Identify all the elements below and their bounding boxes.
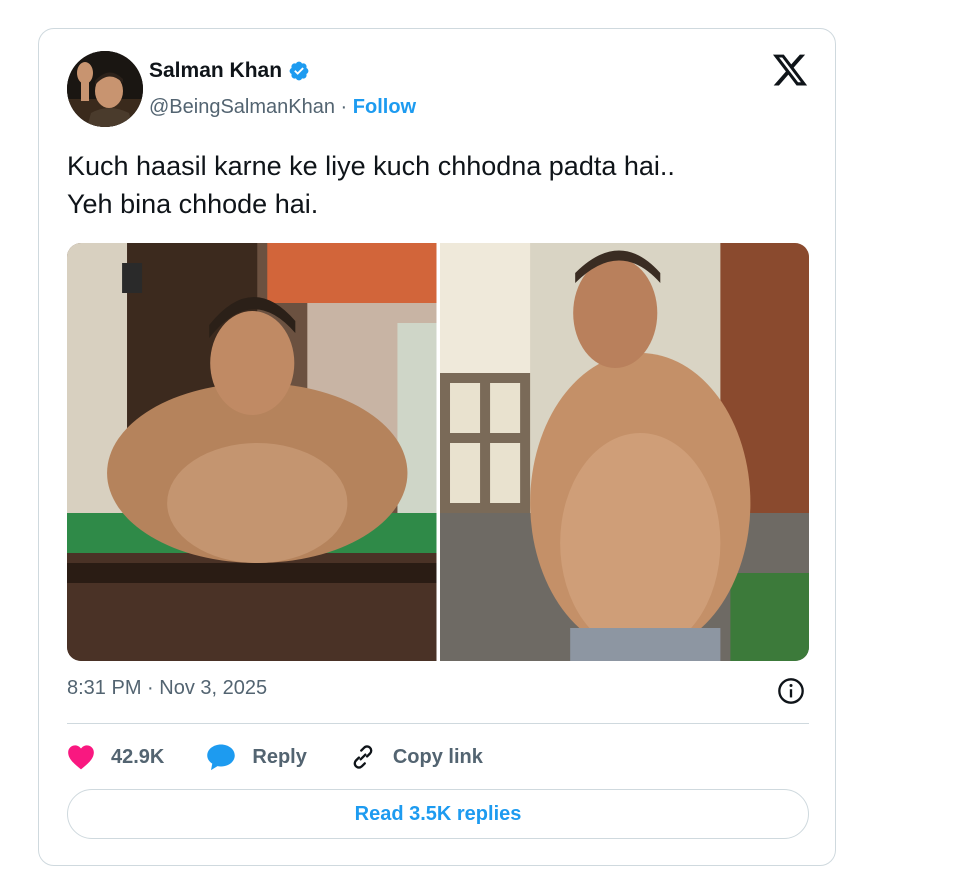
tweet-timestamp[interactable]: 8:31 PM · Nov 3, 2025 [67, 677, 267, 700]
tweet-card: Salman Khan @BeingSalmanKhan · Follow Ku… [38, 28, 836, 866]
media-photo-left[interactable] [67, 243, 437, 661]
tweet-text-line-2: Yeh bina chhode hai. [67, 189, 319, 219]
author-name[interactable]: Salman Khan [149, 59, 282, 83]
like-count: 42.9K [111, 745, 165, 768]
heart-icon [68, 745, 94, 770]
tweet-text: Kuch haasil karne ke liye kuch chhodna p… [67, 147, 807, 223]
copy-link-button[interactable]: Copy link [349, 743, 483, 771]
date-separator: · [141, 677, 160, 699]
divider [67, 723, 809, 724]
verified-badge-icon [289, 61, 309, 81]
like-button[interactable]: 42.9K [67, 744, 164, 770]
link-icon [353, 745, 373, 769]
reply-button[interactable]: Reply [206, 743, 307, 771]
tweet-time: 8:31 PM [67, 677, 142, 699]
action-bar: 42.9K Reply Copy link [67, 739, 525, 775]
tweet-text-line-1: Kuch haasil karne ke liye kuch chhodna p… [67, 151, 675, 181]
copy-link-label: Copy link [392, 745, 483, 768]
author-handle-row: @BeingSalmanKhan · Follow [149, 96, 416, 119]
speech-bubble-icon [207, 744, 236, 771]
media-photo-right[interactable] [439, 243, 809, 661]
author-handle[interactable]: @BeingSalmanKhan [149, 96, 335, 119]
tweet-date: Nov 3, 2025 [159, 677, 268, 699]
reply-label: Reply [252, 745, 307, 768]
author-name-row: Salman Khan [149, 59, 310, 83]
tweet-media[interactable] [67, 243, 809, 661]
info-icon[interactable] [777, 677, 805, 705]
x-logo-icon[interactable] [771, 51, 809, 89]
read-replies-button[interactable]: Read 3.5K replies [67, 789, 809, 839]
follow-link[interactable]: Follow [353, 96, 416, 119]
handle-separator: · [334, 96, 353, 118]
avatar[interactable] [67, 51, 143, 127]
